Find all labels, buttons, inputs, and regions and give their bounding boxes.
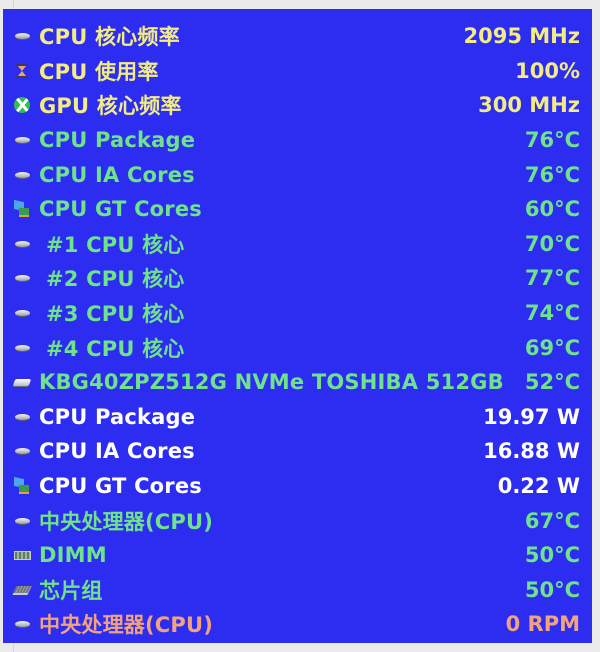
- sensor-label: CPU IA Cores: [39, 162, 195, 187]
- sensor-label: DIMM: [39, 543, 107, 568]
- memory-dimm-icon: [13, 547, 31, 563]
- sensor-value: 50°C: [524, 543, 580, 568]
- sensor-row-cpu-ia-cores-temp: CPU IA Cores 76°C: [3, 157, 592, 192]
- cpu-chip-icon: [13, 409, 31, 425]
- sensor-value: 76°C: [524, 128, 580, 153]
- sensor-value: 52°C: [524, 370, 580, 395]
- sensor-value: 69°C: [524, 335, 580, 360]
- sensor-row-cpu-package-power: CPU Package 19.97 W: [3, 400, 592, 435]
- sensor-row-core3-temp: #3 CPU 核心 74°C: [3, 296, 592, 331]
- cpu-chip-icon: [13, 305, 31, 321]
- sensor-row-nvme-temp: KBG40ZPZ512G NVMe TOSHIBA 512GB 52°C: [3, 365, 592, 400]
- sensor-label: #1 CPU 核心: [46, 232, 185, 257]
- xbox-gpu-icon: [13, 97, 31, 114]
- sensor-label: 芯片组: [39, 578, 103, 603]
- sensor-row-dimm-temp: DIMM 50°C: [3, 538, 592, 573]
- sensor-row-cpu-package-temp: CPU Package 76°C: [3, 123, 592, 158]
- sensor-label: KBG40ZPZ512G NVMe TOSHIBA 512GB: [39, 370, 504, 395]
- sensor-label: CPU 核心频率: [39, 25, 180, 50]
- sensor-label: 中央处理器(CPU): [39, 509, 214, 534]
- graphics-card-icon: [13, 478, 31, 495]
- sensor-value: 0 RPM: [505, 612, 580, 637]
- cpu-chip-icon: [13, 616, 31, 632]
- sensor-value: 19.97 W: [483, 404, 580, 429]
- sensor-value: 0.22 W: [497, 474, 580, 499]
- sensor-value: 2095 MHz: [463, 24, 580, 49]
- sensor-label: #3 CPU 核心: [46, 302, 185, 327]
- sensor-row-cpu-ia-cores-power: CPU IA Cores 16.88 W: [3, 434, 592, 469]
- cpu-chip-icon: [13, 443, 31, 459]
- sensor-label: CPU Package: [39, 128, 196, 153]
- sensor-label: CPU 使用率: [39, 59, 159, 84]
- sensor-row-cpu-gt-cores-power: CPU GT Cores 0.22 W: [3, 469, 592, 504]
- sensor-value: 74°C: [524, 301, 580, 326]
- cpu-chip-icon: [13, 270, 31, 286]
- hourglass-icon: [13, 63, 31, 79]
- sensor-row-core2-temp: #2 CPU 核心 77°C: [3, 261, 592, 296]
- chipset-icon: [12, 582, 32, 598]
- sensor-row-core1-temp: #1 CPU 核心 70°C: [3, 227, 592, 262]
- sensor-row-chipset-temp: 芯片组 50°C: [3, 573, 592, 608]
- sensor-row-cpu-gt-cores-temp: CPU GT Cores 60°C: [3, 192, 592, 227]
- sensor-value: 76°C: [524, 162, 580, 187]
- sensor-label: #2 CPU 核心: [46, 267, 185, 292]
- sensor-row-cpu-usage: CPU 使用率 100%: [3, 54, 592, 89]
- sensor-row-cpu-clock: CPU 核心频率 2095 MHz: [3, 19, 592, 54]
- cpu-chip-icon: [13, 132, 31, 148]
- sensor-row-gpu-clock: GPU 核心频率 300 MHz: [3, 88, 592, 123]
- sensor-label: CPU IA Cores: [39, 439, 195, 464]
- graphics-card-icon: [13, 201, 31, 218]
- sensor-value: 16.88 W: [483, 439, 580, 464]
- sensor-label: CPU GT Cores: [39, 197, 203, 222]
- sensor-row-cpu-fan: 中央处理器(CPU) 0 RPM: [3, 607, 592, 642]
- sensor-label: #4 CPU 核心: [46, 336, 185, 361]
- sensor-value: 100%: [515, 58, 580, 83]
- sensor-label: GPU 核心频率: [39, 94, 182, 119]
- sensor-value: 70°C: [524, 231, 580, 256]
- sensor-label: CPU GT Cores: [39, 474, 203, 499]
- cpu-chip-icon: [13, 28, 31, 44]
- cpu-chip-icon: [13, 236, 31, 252]
- cpu-chip-icon: [13, 340, 31, 356]
- sensor-row-cpu-temp: 中央处理器(CPU) 67°C: [3, 503, 592, 538]
- sensor-value: 77°C: [524, 266, 580, 291]
- sensor-row-core4-temp: #4 CPU 核心 69°C: [3, 330, 592, 365]
- cpu-chip-icon: [13, 167, 31, 183]
- sensor-label: 中央处理器(CPU): [39, 613, 214, 638]
- sensor-value: 50°C: [524, 577, 580, 602]
- sensor-panel: CPU 核心频率 2095 MHz CPU 使用率 100% GPU 核心频率 …: [3, 9, 592, 643]
- sensor-label: CPU Package: [39, 404, 196, 429]
- sensor-value: 300 MHz: [478, 93, 580, 118]
- drive-icon: [12, 374, 32, 390]
- sensor-value: 60°C: [524, 197, 580, 222]
- cpu-chip-icon: [13, 513, 31, 529]
- sensor-value: 67°C: [524, 508, 580, 533]
